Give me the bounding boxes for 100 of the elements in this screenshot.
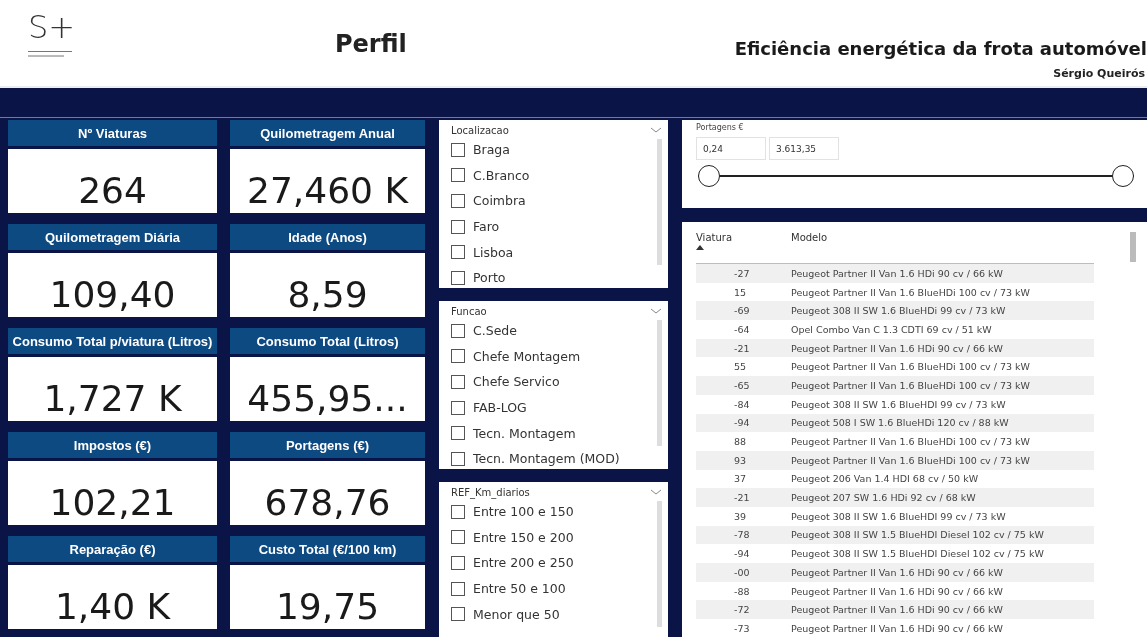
slicer-title: Funcao	[451, 305, 487, 317]
table-cell: Peugeot Partner II Van 1.6 BlueHDi 100 cv / 73 kW	[791, 454, 1030, 466]
slicer-option[interactable]: Entre 200 e 250	[451, 550, 574, 576]
table-cell: Peugeot Partner II Van 1.6 HDi 90 cv / 66 kW	[791, 267, 1003, 279]
slicer-option[interactable]: Lisboa	[451, 239, 530, 265]
checkbox[interactable]	[451, 375, 465, 389]
checkbox[interactable]	[451, 426, 465, 441]
table-cell: Peugeot 206 Van 1.4 HDI 68 cv / 50 kW	[791, 473, 979, 485]
kpi-value: 455,95...	[230, 357, 425, 421]
slider-thumb[interactable]	[1112, 165, 1134, 187]
table-cell-text: -84	[733, 398, 751, 410]
slicer-option[interactable]: C.Branco	[451, 162, 530, 189]
chevron-down-icon	[650, 489, 662, 495]
slicer-option[interactable]: Faro	[451, 213, 530, 240]
checkbox[interactable]	[451, 270, 465, 285]
slicer-option[interactable]: Menor que 50	[451, 601, 574, 627]
slicer-option[interactable]: Chefe Servico	[451, 369, 620, 395]
table-cell: Peugeot Partner II Van 1.6 HDi 90 cv / 66 kW	[791, 585, 1003, 597]
table-cell-text: -78	[733, 529, 751, 541]
checkbox[interactable]	[451, 168, 465, 183]
table-cell: Peugeot 308 II SW 1.5 BlueHDI Diesel 102 cv / 75 kW	[791, 548, 1044, 560]
table-cell-text: 39	[733, 510, 748, 522]
slicer-option[interactable]: Tecn. Montagem	[451, 420, 620, 446]
checkbox[interactable]	[451, 349, 465, 364]
kpi-value: 1,727 K	[8, 357, 217, 421]
checkbox[interactable]	[451, 194, 465, 208]
slicer-option[interactable]: Braga	[451, 137, 530, 163]
table-cell: Peugeot 308 II SW 1.6 BlueHDI 99 cv / 73 kW	[791, 398, 1006, 410]
kpi-label: Idade (Anos)	[230, 224, 425, 250]
table-cell: Peugeot Partner II Van 1.6 HDi 90 cv / 66 kW	[791, 342, 1003, 354]
table-cell-text: 37	[733, 473, 748, 485]
table-cell-text: -94	[733, 548, 751, 560]
scrollbar[interactable]	[657, 320, 662, 446]
table-cell-text: -21	[733, 492, 751, 504]
table-cell: Peugeot 207 SW 1.6 HDi 92 cv / 68 kW	[791, 492, 976, 504]
scrollbar[interactable]	[657, 501, 662, 627]
table-cell-text: -27	[733, 267, 751, 279]
kpi-value: 8,59	[230, 253, 425, 317]
checkbox[interactable]	[451, 530, 465, 545]
slicer-option[interactable]: Entre 100 e 150	[451, 499, 574, 525]
checkbox[interactable]	[451, 400, 465, 415]
checkbox[interactable]	[451, 451, 465, 466]
slicer-option[interactable]: Tecn. Montagem (MOD)	[451, 445, 620, 469]
sort-ascending-icon	[696, 245, 704, 250]
scrollbar[interactable]	[657, 139, 662, 265]
table-cell: Peugeot Partner II Van 1.6 HDi 90 cv / 66 kW	[791, 622, 1003, 634]
table-cell: Peugeot Partner II Van 1.6 HDi 90 cv / 66 kW	[791, 566, 1003, 578]
column-header[interactable]: Modelo	[791, 232, 828, 243]
slicer-option[interactable]: C.Sede	[451, 318, 620, 344]
author-name: Sérgio Queirós	[1053, 67, 1145, 80]
slicer-title: REF_Km_diarios	[451, 486, 530, 498]
checkbox[interactable]	[451, 607, 465, 622]
slider-thumb[interactable]	[698, 165, 720, 187]
table-cell: Peugeot 308 II SW 1.5 BlueHDI Diesel 102 cv / 75 kW	[791, 529, 1044, 541]
checkbox[interactable]	[451, 323, 465, 338]
kpi-value: 27,460 K	[230, 149, 425, 213]
slicer-option[interactable]: Coimbra	[451, 188, 530, 214]
table-cell-text: -72	[733, 604, 751, 616]
slicer-option[interactable]: FAB-LOG	[451, 394, 620, 421]
report-title: Eficiência energética da frota automóvel	[734, 38, 1147, 59]
kpi-label: Quilometragem Diária	[8, 224, 217, 250]
checkbox[interactable]	[451, 556, 465, 570]
table-cell-text: -64	[733, 323, 751, 335]
kpi-value: 678,76	[230, 461, 425, 525]
kpi-label: Consumo Total (Litros)	[230, 328, 425, 354]
checkbox[interactable]	[451, 142, 465, 157]
kpi-label: Quilometragem Anual	[230, 120, 425, 146]
table-cell-text: 93	[733, 454, 748, 466]
kpi-label: Reparação (€)	[8, 536, 217, 562]
slider-track[interactable]	[698, 165, 1134, 187]
slicer-option[interactable]: Chefe Montagem	[451, 343, 620, 370]
table-cell: Peugeot Partner II Van 1.6 BlueHDi 100 cv / 73 kW	[791, 379, 1030, 391]
table-cell: Peugeot Partner II Van 1.6 HDi 90 cv / 66 kW	[791, 604, 1003, 616]
slicer-option[interactable]: Entre 150 e 200	[451, 524, 574, 551]
scrollbar[interactable]	[1130, 232, 1136, 262]
kpi-label: Custo Total (€/100 km)	[230, 536, 425, 562]
table-cell: Opel Combo Van C 1.3 CDTI 69 cv / 51 kW	[791, 323, 992, 335]
page-title: Perfil	[335, 29, 408, 58]
table-cell-text: -00	[733, 566, 751, 578]
kpi-label: Consumo Total p/viatura (Litros)	[8, 328, 217, 354]
logo-tagline-icon	[28, 50, 74, 58]
checkbox[interactable]	[451, 504, 465, 519]
kpi-value: 102,21	[8, 461, 217, 525]
column-header[interactable]: Viatura	[696, 232, 791, 250]
kpi-value: 264	[8, 149, 217, 213]
slicer-option[interactable]: Entre 50 e 100	[451, 575, 574, 602]
table-cell-text: -21	[733, 342, 751, 354]
table-cell: Peugeot 308 II SW 1.6 BlueHDI 99 cv / 73 kW	[791, 510, 1006, 522]
checkbox[interactable]	[451, 219, 465, 234]
max-value-field[interactable]: 3.613,35	[769, 137, 839, 160]
checkbox[interactable]	[451, 581, 465, 596]
table-cell: Peugeot 508 I SW 1.6 BlueHDi 120 cv / 88 kW	[791, 417, 1009, 429]
min-value-field[interactable]: 0,24	[696, 137, 766, 160]
table-cell-text: -94	[733, 417, 751, 429]
slicer-option[interactable]: Porto	[451, 264, 530, 288]
checkbox[interactable]	[451, 245, 465, 260]
table-cell: Peugeot 308 II SW 1.6 BlueHDi 99 cv / 73 kW	[791, 305, 1006, 317]
kpi-label: Nº Viaturas	[8, 120, 217, 146]
table-cell-text: -69	[733, 305, 751, 317]
table-cell: Peugeot Partner II Van 1.6 BlueHDi 100 cv / 73 kW	[791, 361, 1030, 373]
